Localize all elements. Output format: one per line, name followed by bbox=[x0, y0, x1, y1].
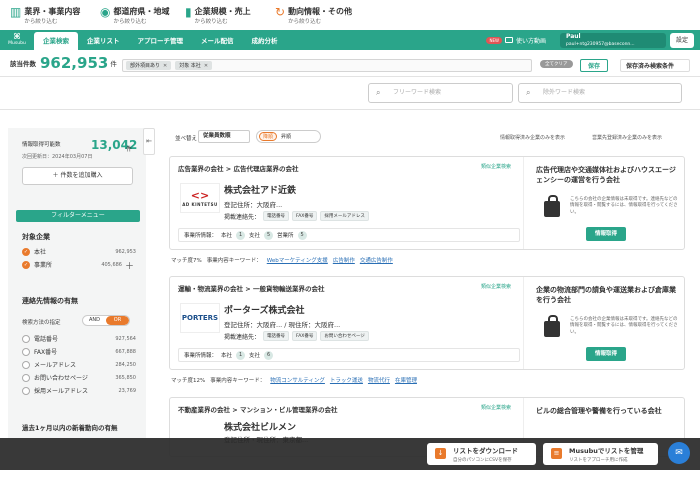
search-icon: ⌕ bbox=[376, 88, 381, 97]
checkbox-icon[interactable] bbox=[22, 373, 30, 382]
lock-icon bbox=[544, 195, 560, 217]
bar-chart-icon: ▮ bbox=[185, 5, 192, 19]
office-info: 事業所情報： 本社 1 支社 6 bbox=[178, 348, 520, 362]
checkbox-checked-icon[interactable]: ✓ bbox=[22, 260, 30, 269]
and-or-toggle[interactable]: AND OR bbox=[82, 315, 130, 326]
chat-icon[interactable]: ✉ bbox=[668, 442, 690, 464]
save-button[interactable]: 保存 bbox=[580, 59, 609, 72]
category-region[interactable]: ◉ 都道府県・地域 から絞り込む bbox=[100, 6, 169, 25]
company-card: 運輸・物流業界の会社 > 一般貨物輸送業界の会社 類似企業検索 PORTERS … bbox=[169, 276, 685, 370]
tab-mail[interactable]: メール配信 bbox=[192, 32, 243, 50]
search-icon: ⌕ bbox=[526, 88, 531, 97]
user-menu[interactable]: Paul paul+ntg230957@baseconn... bbox=[559, 32, 666, 48]
building-icon: ▥ bbox=[10, 5, 22, 19]
tab-company-search[interactable]: 企業検索 bbox=[34, 32, 78, 50]
contact-email[interactable]: メールアドレス 284,250 bbox=[22, 360, 136, 369]
musubu-logo[interactable]: ⌘ Musubu bbox=[0, 33, 34, 47]
sort-select[interactable]: 従業員数順 bbox=[198, 130, 250, 143]
saved-search-dropdown[interactable]: 保存済み検索条件 bbox=[620, 59, 690, 72]
add-purchase-button[interactable]: ＋ 件数を追加購入 bbox=[22, 167, 133, 185]
guide-video-link[interactable]: 使い方動画 bbox=[504, 36, 546, 45]
new-badge: NEW bbox=[486, 36, 502, 44]
company-name[interactable]: ポーターズ株式会社 bbox=[224, 303, 305, 316]
settings-button[interactable]: 設定 bbox=[669, 32, 694, 48]
industry-breadcrumb[interactable]: 運輸・物流業界の会社 > 一般貨物輸送業界の会社 bbox=[178, 283, 324, 293]
trend-icon: ↻ bbox=[275, 5, 286, 19]
company-address: 登記住所：大阪府... bbox=[224, 201, 283, 209]
tab-company-list[interactable]: 企業リスト bbox=[78, 32, 129, 50]
company-card: 広告業界の会社 > 広告代理店業界の会社 類似企業検索 <> AD KINTETS… bbox=[169, 156, 685, 250]
business-summary: 広告代理店や交通媒体社およびハウスエージェンシーの運営を行う会社 bbox=[536, 166, 676, 185]
close-icon[interactable]: ✕ bbox=[163, 63, 167, 69]
business-summary: 企業の物流部門の請負や運送業および倉庫業を行う会社 bbox=[536, 286, 676, 305]
checkbox-acquired-only[interactable]: 情報取得済み企業のみを表示 bbox=[500, 134, 565, 141]
checkbox-icon[interactable] bbox=[22, 334, 30, 343]
map-pin-icon: ◉ bbox=[100, 5, 111, 19]
filter-menu-header: フィルターメニュー bbox=[16, 210, 140, 222]
checkbox-registered-only[interactable]: 営業先登録済み企業のみを表示 bbox=[592, 134, 662, 141]
office-info: 事業所情報： 本社 1 支社 5 営業所 5 bbox=[178, 228, 520, 242]
contact-fax[interactable]: FAX番号 667,888 bbox=[22, 347, 136, 356]
category-industry[interactable]: ▥ 業界・事業内容 から絞り込む bbox=[10, 6, 80, 25]
expand-plus-icon[interactable]: ＋ bbox=[125, 259, 134, 272]
similar-search-link[interactable]: 類似企業検索 bbox=[481, 283, 511, 290]
company-logo: <> AD KINTETSU bbox=[180, 183, 220, 213]
category-size[interactable]: ▮ 企業規模・売上 から絞り込む bbox=[185, 6, 251, 25]
similar-search-link[interactable]: 類似企業検索 bbox=[481, 163, 511, 170]
top-nav-bar: ⌘ Musubu 企業検索 企業リスト アプローチ管理 メール配信 成約分析 NE… bbox=[0, 30, 700, 50]
company-name[interactable]: 株式会社アド近鉄 bbox=[224, 183, 296, 196]
exclude-word-search-input[interactable]: ⌕ 除外ワード検索 bbox=[518, 83, 682, 103]
get-info-button[interactable]: 情報取得 bbox=[586, 347, 626, 361]
collapse-sidebar-icon[interactable]: ⇤ bbox=[143, 128, 155, 155]
bottom-count: 企業検索： 962,953 社 bbox=[322, 9, 430, 24]
condition-chip[interactable]: 部外項目あり ✕ bbox=[126, 61, 172, 70]
lock-icon bbox=[544, 315, 560, 337]
condition-chip[interactable]: 対象 本社 ✕ bbox=[175, 61, 213, 70]
target-head-office[interactable]: ✓ 本社 962,953 bbox=[22, 247, 136, 256]
checkbox-icon[interactable] bbox=[22, 360, 30, 369]
download-icon: ↓ bbox=[435, 448, 446, 459]
contact-recruit-email[interactable]: 採用メールアドレス 23,769 bbox=[22, 386, 136, 395]
contact-phone[interactable]: 電話番号 927,564 bbox=[22, 334, 136, 343]
contact-tags: 掲載連絡先： 電話番号 FAX番号 採用メールアドレス bbox=[224, 211, 369, 221]
company-logo: PORTERS bbox=[180, 303, 220, 333]
result-count: 962,953 bbox=[40, 54, 109, 72]
match-row: マッチ度7% 事業内容キーワード： Webマーケティング支援 広告制作 交通広告制作 bbox=[171, 258, 393, 264]
clear-all-button[interactable]: 全てクリア bbox=[540, 60, 573, 68]
checkbox-checked-icon[interactable]: ✓ bbox=[22, 247, 30, 256]
free-word-search-input[interactable]: ⌕ フリーワード検索 bbox=[368, 83, 513, 103]
industry-breadcrumb[interactable]: 広告業界の会社 > 広告代理店業界の会社 bbox=[178, 163, 298, 173]
target-branch[interactable]: ✓ 事業所 405,686 bbox=[22, 260, 122, 269]
checkbox-icon[interactable] bbox=[22, 386, 30, 395]
company-address: 登記住所：大阪府... / 現住所：大阪府... bbox=[224, 321, 341, 329]
industry-breadcrumb[interactable]: 不動産業界の会社 > マンション・ビル管理業界の会社 bbox=[178, 404, 337, 414]
video-icon bbox=[504, 37, 513, 43]
business-summary: ビルの総合管理や警備を行っている会社 bbox=[536, 407, 662, 415]
checkbox-icon[interactable] bbox=[22, 347, 30, 356]
similar-search-link[interactable]: 類似企業検索 bbox=[481, 404, 511, 411]
download-list-button[interactable]: ↓ リストをダウンロード 自分のパソコンにCSVを保存 bbox=[427, 443, 536, 465]
condition-chips: 部外項目あり ✕ 対象 本社 ✕ bbox=[122, 59, 532, 72]
contact-inquiry-page[interactable]: お問い合わせページ 365,850 bbox=[22, 373, 136, 382]
get-info-button[interactable]: 情報取得 bbox=[586, 227, 626, 241]
company-name[interactable]: 株式会社ビルメン bbox=[224, 420, 296, 433]
tab-analysis[interactable]: 成約分析 bbox=[243, 32, 287, 50]
list-icon: ≡ bbox=[551, 448, 562, 459]
tab-approach[interactable]: アプローチ管理 bbox=[129, 32, 193, 50]
close-icon[interactable]: ✕ bbox=[204, 63, 208, 69]
match-row: マッチ度12% 事業内容キーワード： 物流コンサルティング トラック運送 物流代行 在庫管… bbox=[171, 378, 417, 384]
contact-tags: 掲載連絡先： 電話番号 FAX番号 お問い合わせページ bbox=[224, 331, 369, 341]
manage-list-button[interactable]: ≡ Musubuでリストを管理 リストをアプローチ用に作成 bbox=[543, 443, 658, 465]
sort-order-toggle[interactable]: 降順 昇順 bbox=[256, 130, 321, 143]
